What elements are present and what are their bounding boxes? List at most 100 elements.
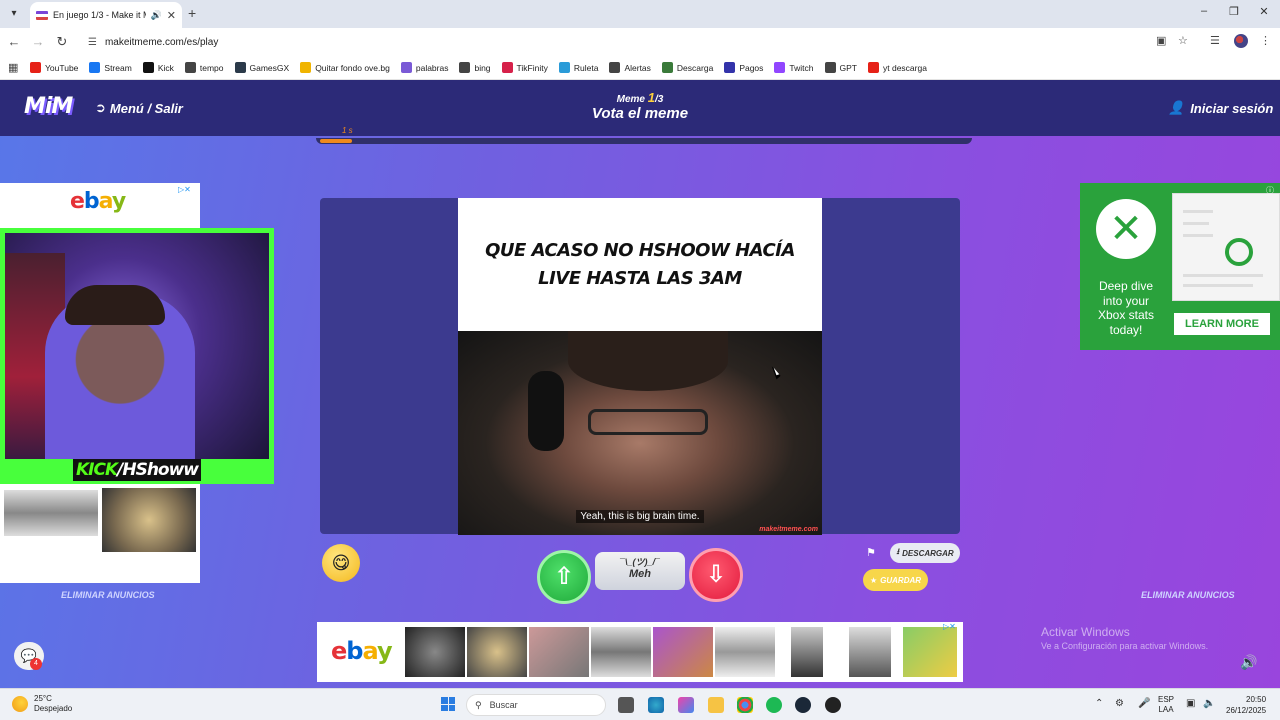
media-controls-icon[interactable]: ☰: [1210, 34, 1220, 47]
tab-title: En juego 1/3 - Make it Meme: [53, 10, 146, 20]
ad-product-image[interactable]: [405, 627, 465, 677]
browser-menu-icon[interactable]: ⋮: [1260, 34, 1271, 47]
tray-app-icon[interactable]: ⚙: [1115, 698, 1124, 709]
bookmark-yt-descarga[interactable]: yt descarga: [868, 62, 927, 73]
login-link[interactable]: 👤 Iniciar sesión: [1168, 100, 1273, 116]
profile-avatar[interactable]: [1234, 34, 1248, 48]
bottom-ad-banner[interactable]: ebay ▷✕: [317, 622, 963, 682]
taskbar-search[interactable]: ⚲ Buscar: [466, 694, 606, 716]
report-flag-icon[interactable]: ⚑: [866, 546, 876, 559]
bookmark-youtube[interactable]: YouTube: [30, 62, 78, 73]
copilot-icon[interactable]: [678, 697, 694, 713]
start-windows-icon[interactable]: [441, 697, 455, 711]
window-minimize-icon[interactable]: –: [1194, 5, 1214, 17]
headphones: [528, 371, 564, 451]
ad-product-image[interactable]: [903, 627, 957, 677]
bookmark-star-icon[interactable]: ☆: [1178, 34, 1188, 47]
menu-exit-link[interactable]: ➲ Menú / Salir: [95, 100, 183, 116]
vote-up-button[interactable]: ⇧: [537, 550, 591, 604]
bookmark-alertas[interactable]: Alertas: [609, 62, 651, 73]
sound-toggle-icon[interactable]: 🔊: [1240, 654, 1257, 671]
tray-chevron-icon[interactable]: ⌃: [1095, 698, 1103, 709]
bookmark-palabras[interactable]: palabras: [400, 62, 448, 73]
apps-grid-icon[interactable]: ▦: [8, 61, 30, 74]
bookmark-twitch[interactable]: Twitch: [774, 62, 814, 73]
ad-choices-icon[interactable]: ▷✕: [178, 185, 191, 194]
tab-close-icon[interactable]: ✕: [167, 9, 176, 22]
remove-ads-left-link[interactable]: ELIMINAR ANUNCIOS: [61, 590, 155, 600]
save-button[interactable]: ★ GUARDAR: [863, 569, 928, 591]
mim-logo[interactable]: MiM: [24, 94, 73, 119]
back-icon[interactable]: ←: [6, 34, 22, 50]
search-icon: [459, 62, 471, 73]
site-info-icon[interactable]: ☰: [88, 37, 97, 48]
file-explorer-icon[interactable]: [708, 697, 724, 713]
tab-audio-icon[interactable]: 🔊: [151, 10, 162, 21]
ebay-logo[interactable]: ebay: [331, 637, 393, 665]
chrome-icon[interactable]: [737, 697, 753, 713]
streamer-hair: [65, 285, 165, 325]
tikfinity-icon: [501, 62, 513, 73]
bookmark-gamesgx[interactable]: GamesGX: [234, 62, 289, 73]
ad-info-icon[interactable]: ⓘ: [1266, 185, 1274, 196]
spotify-icon[interactable]: [766, 697, 782, 713]
steam-icon[interactable]: [795, 697, 811, 713]
weather-widget[interactable]: 25°C Despejado: [12, 694, 72, 714]
webcam-video: [5, 233, 269, 459]
browser-tab-active[interactable]: En juego 1/3 - Make it Meme 🔊 ✕: [30, 2, 182, 28]
task-view-icon[interactable]: [618, 697, 634, 713]
taskbar-clock[interactable]: 20:50 26/12/2025: [1226, 694, 1266, 716]
ad-product-image[interactable]: [467, 627, 527, 677]
xbox-ad-text: Deep dive into your Xbox stats today!: [1097, 279, 1155, 337]
tab-favicon-icon: [36, 10, 48, 20]
bookmark-tempo[interactable]: tempo: [184, 62, 224, 73]
tab-search-chevron-icon[interactable]: ▾: [6, 6, 22, 22]
bookmark-tikfinity[interactable]: TikFinity: [501, 62, 548, 73]
remove-ads-right-link[interactable]: ELIMINAR ANUNCIOS: [1141, 590, 1235, 600]
bookmark-pagos[interactable]: Pagos: [724, 62, 763, 73]
ad-product-image[interactable]: [102, 488, 196, 552]
language-indicator[interactable]: ESP LAA: [1158, 695, 1174, 715]
emoji-reaction-button[interactable]: 😋: [322, 544, 360, 582]
vote-meh-button[interactable]: ¯\_(ツ)_/¯ Meh: [595, 552, 685, 590]
bookmark-ruleta[interactable]: Ruleta: [558, 62, 598, 73]
microphone-icon[interactable]: 🎤: [1138, 698, 1150, 709]
network-icon[interactable]: ▣: [1186, 698, 1195, 709]
ad-product-image[interactable]: [4, 490, 98, 536]
meme-counter: Meme 1/3: [540, 90, 740, 105]
bookmark-quitar-fondo-ove-bg[interactable]: Quitar fondo ove.bg: [300, 62, 390, 73]
bookmark-kick[interactable]: Kick: [142, 62, 174, 73]
bookmark-gpt[interactable]: GPT: [824, 62, 857, 73]
ad-product-image[interactable]: [529, 627, 589, 677]
vote-down-button[interactable]: ⇩: [689, 548, 743, 602]
meme-caption-box: QUE ACASO NO HSHOOW HACÍA LIVE HASTA LAS…: [458, 198, 822, 331]
url-field[interactable]: ☰ makeitmeme.com/es/play: [78, 31, 1198, 53]
reload-icon[interactable]: ↻: [54, 34, 70, 50]
window-restore-icon[interactable]: ❐: [1224, 5, 1244, 18]
new-tab-icon[interactable]: +: [188, 5, 196, 21]
timer-label: 1 s: [342, 126, 353, 135]
obs-icon[interactable]: [825, 697, 841, 713]
ad-product-image[interactable]: [653, 627, 713, 677]
timer-fill: [320, 139, 352, 143]
bookmark-stream[interactable]: Stream: [89, 62, 132, 73]
forward-icon[interactable]: →: [30, 34, 46, 50]
bookmark-bing[interactable]: bing: [459, 62, 491, 73]
ad-product-image[interactable]: [849, 627, 891, 677]
edge-icon[interactable]: [648, 697, 664, 713]
ad-product-image[interactable]: [715, 627, 775, 677]
install-app-icon[interactable]: ▣: [1156, 34, 1166, 47]
bookmark-descarga[interactable]: Descarga: [661, 62, 713, 73]
ad-product-image[interactable]: [791, 627, 823, 677]
xbox-ad[interactable]: ✕ Deep dive into your Xbox stats today! …: [1080, 183, 1280, 350]
volume-icon[interactable]: 🔈: [1203, 698, 1215, 709]
alertas-icon: [609, 62, 621, 73]
learn-more-button[interactable]: LEARN MORE: [1174, 313, 1270, 335]
ad-choices-icon[interactable]: ▷✕: [943, 622, 956, 631]
download-button[interactable]: ⭳ DESCARGAR: [890, 543, 960, 563]
window-close-icon[interactable]: ✕: [1254, 5, 1274, 18]
meta-icon: [89, 62, 101, 73]
browser-tab-bar: ▾ En juego 1/3 - Make it Meme 🔊 ✕ + – ❐ …: [0, 0, 1280, 28]
ad-product-image[interactable]: [591, 627, 651, 677]
ebay-logo[interactable]: ebay: [70, 189, 126, 214]
